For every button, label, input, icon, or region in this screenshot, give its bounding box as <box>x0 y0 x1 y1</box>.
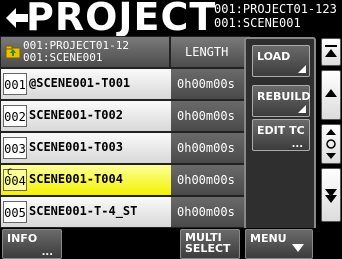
take-name-cell[interactable]: 002 SCENE001-T002 <box>1 101 171 131</box>
take-name: SCENE001-T003 <box>29 140 123 154</box>
take-length: 0h00m00s <box>171 165 251 195</box>
header-scene-line: 001:SCENE001 <box>214 16 301 30</box>
folder-up-icon <box>5 43 21 59</box>
take-length: 0h00m00s <box>171 133 251 163</box>
take-length: 0h00m00s <box>171 101 251 131</box>
header-project-info: 001:PROJECT01-123 001:SCENE001 <box>214 2 337 30</box>
load-button-label: LOAD <box>257 50 291 63</box>
take-row[interactable]: 005 SCENE001-T-4_ST 0h00m00s <box>0 196 251 228</box>
folder-path: 001:PROJECT01-12 001:SCENE001 <box>23 40 129 64</box>
menu-button-label: MENU <box>250 232 287 245</box>
take-number: 005 <box>3 201 27 223</box>
take-name-cell[interactable]: 003 SCENE001-T003 <box>1 133 171 163</box>
page-title: PROJECT <box>26 0 217 39</box>
header-project-line: 001:PROJECT01-123 <box>214 2 337 16</box>
multi-select-line2: SELECT <box>185 242 231 255</box>
scroll-up-button[interactable] <box>321 70 341 120</box>
take-row[interactable]: 003 SCENE001-T003 0h00m00s <box>0 132 251 164</box>
take-name-cell[interactable]: C 004 SCENE001-T004 <box>1 165 171 195</box>
take-length: 0h00m00s <box>171 197 251 227</box>
scroll-top-button[interactable] <box>321 38 341 66</box>
length-header-label: LENGTH <box>185 45 229 59</box>
header-bar: PROJECT 001:PROJECT01-123 001:SCENE001 <box>0 0 342 39</box>
rebuild-button[interactable]: REBUILD <box>252 85 311 117</box>
scroll-down-icon <box>325 189 337 203</box>
take-name-cell[interactable]: 005 SCENE001-T-4_ST <box>1 197 171 227</box>
take-length: 0h00m00s <box>171 69 251 99</box>
take-row[interactable]: 001 @SCENE001-T001 0h00m00s <box>0 68 251 100</box>
multi-select-button[interactable]: MULTI SELECT <box>180 229 240 259</box>
info-button[interactable]: INFO ... <box>2 229 62 259</box>
submenu-corner-icon <box>298 105 306 113</box>
edit-tc-button-label: EDIT TC <box>257 124 305 137</box>
scroll-top-icon <box>325 45 337 57</box>
folder-header[interactable]: 001:PROJECT01-12 001:SCENE001 <box>0 36 170 68</box>
take-name: SCENE001-T002 <box>29 108 123 122</box>
scroll-bar[interactable] <box>320 36 342 259</box>
take-name: SCENE001-T004 <box>29 172 123 186</box>
load-button[interactable]: LOAD <box>252 45 310 77</box>
submenu-corner-icon <box>298 65 306 73</box>
take-number: C 004 <box>3 169 27 191</box>
menu-button[interactable]: MENU <box>245 229 313 259</box>
take-number: 002 <box>3 105 27 127</box>
take-row[interactable]: 002 SCENE001-T002 0h00m00s <box>0 100 251 132</box>
info-button-label: INFO <box>7 232 38 245</box>
info-button-dots: ... <box>41 247 53 258</box>
chevron-down-icon <box>292 244 304 252</box>
take-name: SCENE001-T-4_ST <box>29 204 138 218</box>
edit-tc-dots: ... <box>291 139 303 150</box>
scroll-up-icon <box>325 89 337 97</box>
edit-tc-button[interactable]: EDIT TC ... <box>252 119 310 151</box>
length-header: LENGTH <box>170 36 250 68</box>
take-name-cell[interactable]: 001 @SCENE001-T001 <box>1 69 171 99</box>
rebuild-button-label: REBUILD <box>257 90 311 103</box>
current-take-mark: C <box>7 168 13 178</box>
take-number: 001 <box>3 73 27 95</box>
take-name: @SCENE001-T001 <box>29 76 131 90</box>
project-popup-menu: LOAD REBUILD EDIT TC ... <box>244 37 316 230</box>
scroll-knob[interactable] <box>321 124 341 164</box>
folder-path-line2: 001:SCENE001 <box>23 51 103 64</box>
scroll-knob-icon <box>326 129 336 159</box>
take-number: 003 <box>3 137 27 159</box>
take-row-selected[interactable]: C 004 SCENE001-T004 0h00m00s <box>0 164 251 196</box>
scroll-down-button[interactable] <box>321 168 341 222</box>
